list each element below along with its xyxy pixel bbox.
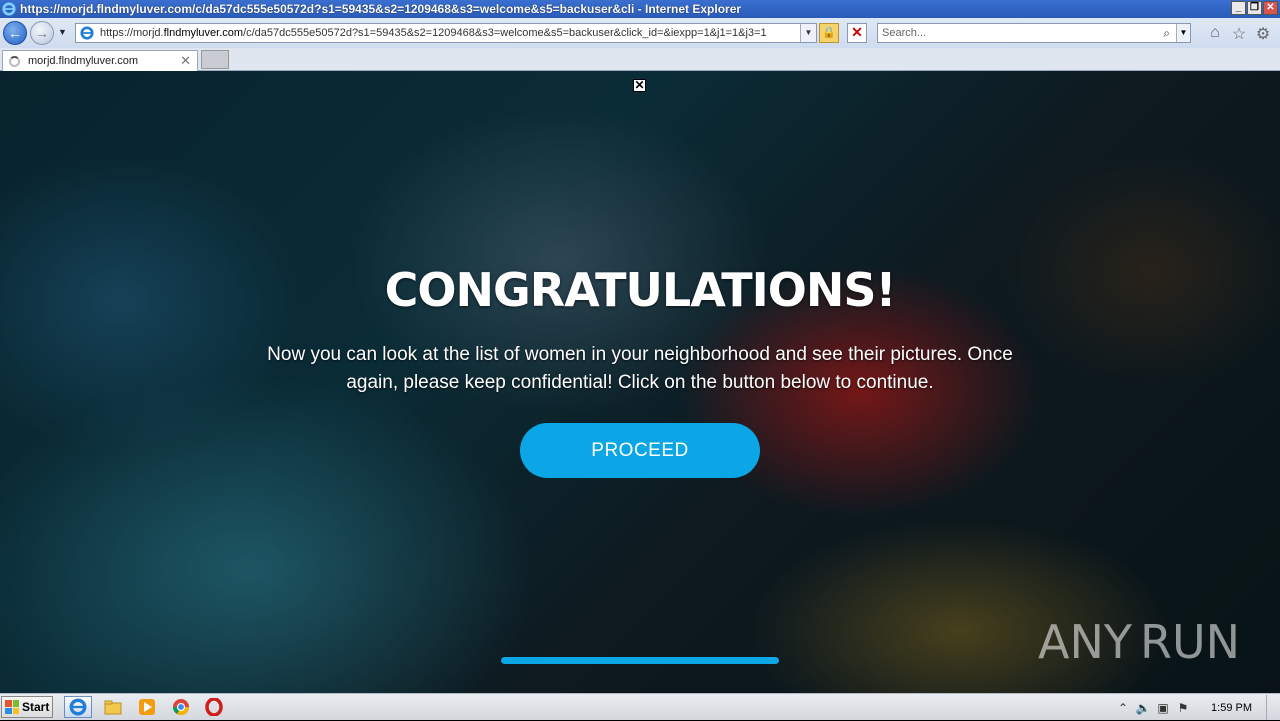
url-domain: flndmyluver.com <box>163 27 244 39</box>
url-prefix: https://morjd. <box>100 27 164 39</box>
taskbar-file-explorer[interactable] <box>99 696 127 718</box>
windows-logo-icon <box>5 700 19 714</box>
anyrun-watermark: ANY RUN <box>1038 611 1241 673</box>
new-tab-button[interactable] <box>201 50 229 69</box>
network-icon[interactable]: ▣ <box>1155 701 1171 715</box>
address-dropdown-icon[interactable]: ▼ <box>800 24 816 42</box>
forward-button[interactable]: → <box>30 21 54 45</box>
opera-icon <box>205 698 223 716</box>
page-content: ✕ CONGRATULATIONS! Now you can look at t… <box>0 71 1280 693</box>
forward-arrow-icon: → <box>35 25 49 41</box>
action-center-flag-icon[interactable]: ⚑ <box>1175 701 1191 715</box>
progress-bar <box>501 657 779 664</box>
security-lock-icon[interactable]: 🔒 <box>819 23 839 43</box>
taskbar-clock[interactable]: 1:59 PM <box>1211 702 1252 714</box>
search-input[interactable]: Search... ⌕ ▼ <box>877 23 1191 43</box>
tab-active[interactable]: morjd.flndmyluver.com ✕ <box>2 50 198 71</box>
tray-expand-icon[interactable]: ⌃ <box>1115 701 1131 715</box>
taskbar: Start ⌃ 🔈 ▣ ⚑ 1:59 PM <box>0 693 1280 720</box>
window-titlebar: https://morjd.flndmyluver.com/c/da57dc55… <box>0 0 1280 18</box>
minimize-button[interactable]: _ <box>1231 1 1246 15</box>
taskbar-internet-explorer[interactable] <box>64 696 92 718</box>
taskbar-opera[interactable] <box>200 696 228 718</box>
search-placeholder: Search... <box>882 27 927 39</box>
page-message: Now you can look at the list of women in… <box>267 344 1013 393</box>
proceed-button[interactable]: PROCEED <box>520 423 760 478</box>
search-dropdown-icon[interactable]: ▼ <box>1176 24 1190 42</box>
taskbar-media-player[interactable] <box>133 696 161 718</box>
close-overlay-button[interactable]: ✕ <box>633 79 646 92</box>
close-window-button[interactable]: ✕ <box>1263 1 1278 15</box>
page-favicon-icon <box>80 26 94 40</box>
tab-label: morjd.flndmyluver.com <box>28 55 139 67</box>
settings-gear-icon[interactable]: ⚙ <box>1253 24 1273 44</box>
history-dropdown-icon[interactable]: ▼ <box>58 27 67 37</box>
system-tray: ⌃ 🔈 ▣ ⚑ 1:59 PM <box>1113 694 1280 721</box>
file-explorer-icon <box>104 700 122 715</box>
start-button[interactable]: Start <box>1 696 53 718</box>
search-icon[interactable]: ⌕ <box>1163 26 1170 41</box>
volume-icon[interactable]: 🔈 <box>1135 701 1151 715</box>
loading-spinner-icon <box>9 55 20 67</box>
address-url: https://morjd.flndmyluver.com/c/da57dc55… <box>100 27 800 39</box>
window-title: https://morjd.flndmyluver.com/c/da57dc55… <box>20 2 742 16</box>
watermark-left-text: ANY <box>1038 615 1132 669</box>
home-icon[interactable]: ⌂ <box>1205 24 1225 42</box>
page-headline: CONGRATULATIONS! <box>384 263 897 317</box>
chrome-icon <box>172 699 190 716</box>
maximize-button[interactable]: ❐ <box>1247 1 1262 15</box>
url-path: /c/da57dc555e50572d?s1=59435&s2=1209468&… <box>243 27 767 39</box>
internet-explorer-icon <box>69 698 87 716</box>
favorites-star-icon[interactable]: ☆ <box>1229 24 1249 44</box>
watermark-right-text: RUN <box>1139 615 1241 669</box>
tab-close-icon[interactable]: ✕ <box>180 53 191 69</box>
start-label: Start <box>22 700 50 714</box>
show-desktop-button[interactable] <box>1266 695 1280 720</box>
stop-loading-button[interactable]: ✕ <box>847 23 867 43</box>
internet-explorer-icon <box>2 2 16 16</box>
navigation-bar: ← → ▼ https://morjd.flndmyluver.com/c/da… <box>0 18 1280 48</box>
back-button[interactable]: ← <box>3 21 27 45</box>
taskbar-chrome[interactable] <box>167 696 195 718</box>
back-arrow-icon: ← <box>8 25 22 41</box>
address-bar[interactable]: https://morjd.flndmyluver.com/c/da57dc55… <box>75 23 817 43</box>
media-player-icon <box>139 699 155 715</box>
tab-strip: morjd.flndmyluver.com ✕ <box>0 48 1280 71</box>
